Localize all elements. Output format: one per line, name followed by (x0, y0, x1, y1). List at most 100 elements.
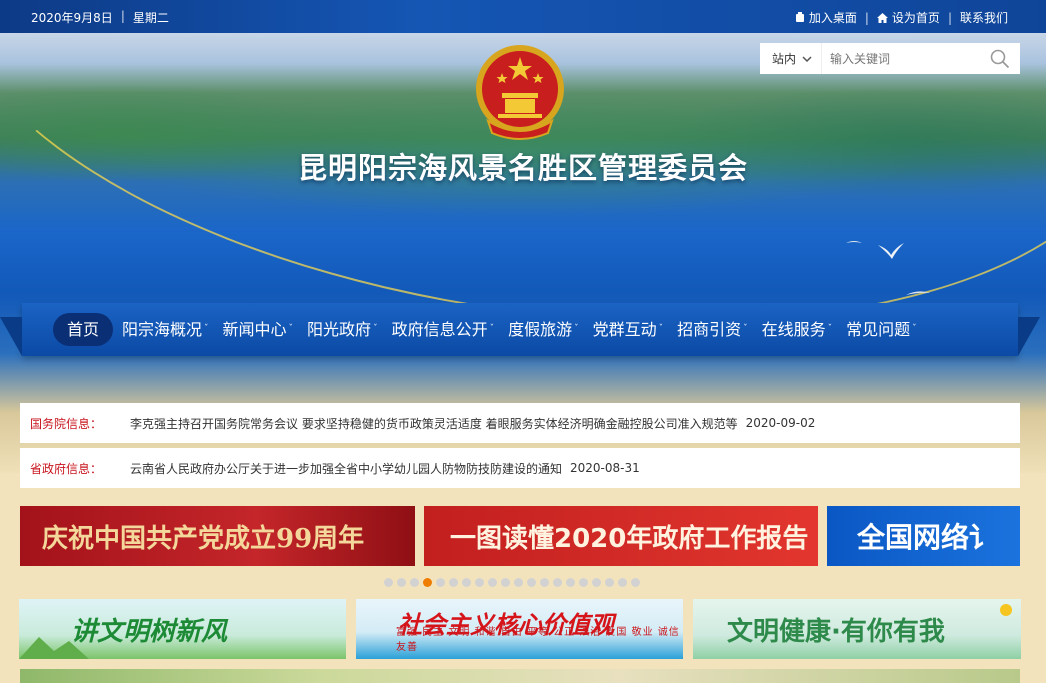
carousel-dot[interactable] (410, 578, 419, 587)
national-emblem-icon (476, 45, 564, 140)
nav-item-label: 阳宗海概况 (122, 320, 203, 339)
province-notice: 省政府信息： 云南省人民政府办公厅关于进一步加强全省中小学幼儿园人防物防技防建设… (20, 448, 1020, 488)
carousel-dot[interactable] (553, 578, 562, 587)
nav-item-label: 党群互动 (592, 320, 657, 339)
mountain-icon (19, 637, 89, 659)
carousel-dot[interactable] (397, 578, 406, 587)
chevron-down-icon: ˇ (574, 324, 579, 334)
search-box: 站内 (760, 43, 1020, 74)
tile-text: 文明健康·有你有我 (727, 616, 945, 647)
tile-civility[interactable]: 讲文明树新风 (19, 599, 346, 659)
link-separator: | (864, 10, 869, 25)
chevron-down-icon: ˇ (288, 324, 294, 334)
banner-carousel: 庆祝中国共产党成立99周年 一图读懂2020年政府工作报告 全国网络讠 (20, 506, 1020, 566)
state-council-notice: 国务院信息： 李克强主持召开国务院常务会议 要求坚持稳健的货币政策灵活适度 着眼… (20, 403, 1020, 443)
contact-us-link[interactable]: 联系我们 (960, 9, 1008, 26)
nav-item-label: 常见问题 (846, 320, 911, 339)
carousel-dot[interactable] (631, 578, 640, 587)
carousel-dot[interactable] (527, 578, 536, 587)
notice-label: 省政府信息： (30, 461, 103, 476)
banner-text: 全国网络讠 (857, 521, 998, 554)
nav-item-sunshine-gov[interactable]: 阳光政府 ˇ (300, 313, 385, 346)
carousel-dot[interactable] (488, 578, 497, 587)
search-button[interactable] (990, 49, 1010, 72)
banner-text: 一图读懂2020年政府工作报告 (450, 523, 809, 554)
tile-health[interactable]: 文明健康·有你有我 (693, 599, 1021, 659)
nav-item-news[interactable]: 新闻中心 ˇ (216, 313, 301, 346)
chevron-down-icon: ˇ (489, 324, 495, 334)
search-input[interactable] (830, 51, 990, 66)
chevron-down-icon: ˇ (204, 324, 209, 334)
search-icon (990, 49, 1010, 69)
chevron-down-icon: ˇ (373, 324, 378, 334)
banner-party-anniversary[interactable]: 庆祝中国共产党成立99周年 (20, 506, 415, 566)
nav-item-investment[interactable]: 招商引资 ˇ (670, 313, 755, 346)
main-nav: 首页 阳宗海概况 ˇ 新闻中心 ˇ 阳光政府 ˇ 政府信息公开 ˇ 度假旅游 ˇ 党群互动… (0, 303, 1040, 356)
carousel-dot[interactable] (449, 578, 458, 587)
carousel-dot[interactable] (475, 578, 484, 587)
notice-date: 2020-09-02 (745, 416, 816, 430)
tile-subtext: 富强 民主 文明 和谐 自由 平等 公正 法治 爱国 敬业 诚信 友善 (396, 627, 680, 653)
nav-items: 首页 阳宗海概况 ˇ 新闻中心 ˇ 阳光政府 ˇ 政府信息公开 ˇ 度假旅游 ˇ 党群互动… (53, 313, 924, 346)
nav-item-online-service[interactable]: 在线服务 ˇ (755, 313, 840, 346)
sun-icon (1000, 604, 1012, 616)
nav-item-label: 度假旅游 (508, 320, 573, 339)
date-text: 2020年9月8日 (31, 11, 113, 25)
banner-gov-report[interactable]: 一图读懂2020年政府工作报告 (424, 506, 818, 566)
chevron-down-icon: ˇ (658, 324, 664, 334)
bookmark-icon (795, 12, 804, 22)
nav-ribbon-right (1018, 317, 1040, 356)
add-to-desktop-link[interactable]: 加入桌面 (795, 9, 857, 26)
nav-item-overview[interactable]: 阳宗海概况 ˇ (115, 313, 216, 346)
nav-item-label: 在线服务 (761, 320, 826, 339)
notice-label: 国务院信息： (30, 416, 103, 431)
notice-link[interactable]: 李克强主持召开国务院常务会议 要求坚持稳健的货币政策灵活适度 着眼服务实体经济明… (130, 415, 738, 432)
nav-item-label: 新闻中心 (222, 320, 287, 339)
bird-icon (906, 291, 930, 295)
carousel-dot[interactable] (579, 578, 588, 587)
nav-item-label: 阳光政府 (307, 320, 372, 339)
banner-text: 庆祝中国共产党成立99周年 (42, 523, 365, 554)
bird-icon (878, 243, 904, 259)
bottom-banner-strip (20, 669, 1020, 683)
tile-core-values[interactable]: 社会主义核心价值观 富强 民主 文明 和谐 自由 平等 公正 法治 爱国 敬业 … (356, 599, 683, 659)
set-homepage-link[interactable]: 设为首页 (876, 9, 940, 26)
carousel-dot[interactable] (592, 578, 601, 587)
chevron-down-icon: ˇ (743, 324, 748, 334)
date-separator: | (120, 9, 125, 23)
add-to-desktop-label: 加入桌面 (808, 11, 857, 25)
nav-item-faq[interactable]: 常见问题 ˇ (839, 313, 924, 346)
top-bar: 2020年9月8日 | 星期二 加入桌面 | 设为首页 | 联系我们 (0, 0, 1046, 33)
home-icon (876, 12, 888, 23)
chevron-down-icon (802, 55, 812, 62)
carousel-dot[interactable] (540, 578, 549, 587)
weekday-text: 星期二 (132, 11, 169, 25)
banner-network[interactable]: 全国网络讠 (827, 506, 1020, 566)
carousel-dot[interactable] (501, 578, 510, 587)
chevron-down-icon: ˇ (827, 324, 833, 334)
carousel-dot[interactable] (436, 578, 445, 587)
nav-item-label: 政府信息公开 (391, 320, 488, 339)
carousel-dot[interactable] (462, 578, 471, 587)
contact-us-label: 联系我们 (959, 11, 1008, 25)
carousel-dot[interactable] (566, 578, 575, 587)
carousel-dot[interactable] (423, 578, 432, 587)
nav-item-home[interactable]: 首页 (53, 313, 114, 346)
notice-date: 2020-08-31 (570, 461, 640, 475)
nav-item-gov-info[interactable]: 政府信息公开 ˇ (385, 313, 502, 346)
carousel-dot[interactable] (384, 578, 393, 587)
bird-icon (846, 241, 862, 243)
top-links: 加入桌面 | 设为首页 | 联系我们 (795, 9, 1008, 26)
nav-item-interaction[interactable]: 党群互动 ˇ (586, 313, 671, 346)
nav-item-tourism[interactable]: 度假旅游 ˇ (501, 313, 586, 346)
carousel-dot[interactable] (514, 578, 523, 587)
set-homepage-label: 设为首页 (891, 11, 940, 25)
carousel-indicators (384, 578, 640, 587)
notice-link[interactable]: 云南省人民政府办公厅关于进一步加强全省中小学幼儿园人防物防技防建设的通知 (130, 460, 562, 477)
carousel-dot[interactable] (605, 578, 614, 587)
search-scope-dropdown[interactable]: 站内 (760, 43, 822, 74)
search-scope-label: 站内 (772, 52, 797, 66)
link-separator: | (947, 10, 952, 25)
carousel-dot[interactable] (618, 578, 627, 587)
chevron-down-icon: ˇ (912, 324, 917, 334)
